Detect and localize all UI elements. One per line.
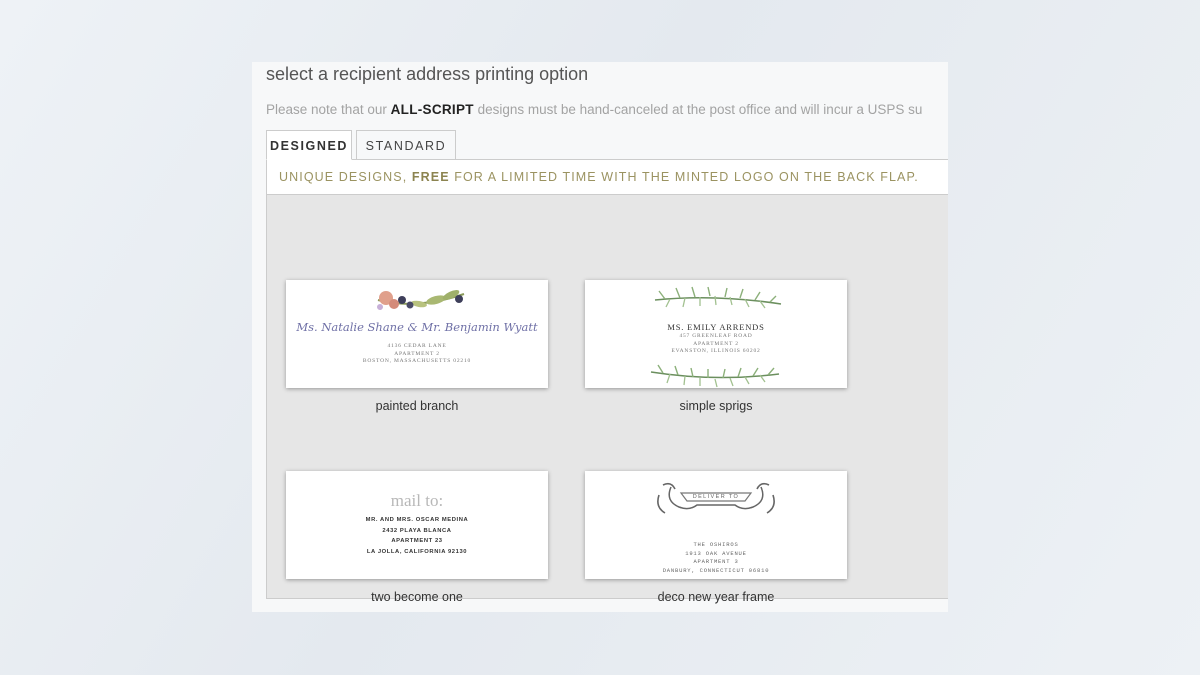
design-caption[interactable]: two become one [286,590,548,604]
script-recipient-name: Ms. Natalie Shane & Mr. Benjamin Wyatt [296,320,538,334]
deliver-to-banner: DELIVER TO [692,494,740,500]
address-block: MR. AND MRS. OSCAR MEDINA 2432 PLAYA BLA… [286,515,548,557]
address-block: 457 GREENLEAF ROAD APARTMENT 2 EVANSTON,… [585,333,847,356]
address-line: MR. AND MRS. OSCAR MEDINA [365,517,469,523]
recipient-name: MS. EMILY ARRENDS [667,322,765,332]
design-card-two-become-one[interactable]: mail to: MR. AND MRS. OSCAR MEDINA 2432 … [286,471,548,579]
design-card-painted-branch[interactable]: Ms. Natalie Shane & Mr. Benjamin Wyatt 4… [286,280,548,388]
design-card-simple-sprigs[interactable]: MS. EMILY ARRENDS 457 GREENLEAF ROAD APA… [585,280,847,388]
design-caption[interactable]: simple sprigs [585,399,847,413]
promo-text-1: UNIQUE DESIGNS, [279,170,412,184]
design-card-deco-new-year-frame[interactable]: DELIVER TO THE OSHIROS 1913 OAK AVENUE A… [585,471,847,579]
floral-wreath-illustration [377,290,465,310]
tab-standard[interactable]: STANDARD [356,130,456,160]
address-line: APARTMENT 2 [693,340,739,347]
notice-bold: ALL-SCRIPT [390,102,474,117]
notice-prefix: Please note that our [266,102,391,117]
script-notice: Please note that our ALL-SCRIPT designs … [266,102,922,117]
address-line: LA JOLLA, CALIFORNIA 92130 [366,548,468,555]
address-line: 1913 OAK AVENUE [685,549,747,557]
address-line: BOSTON, MASSACHUSETTS 02210 [362,358,472,364]
bottom-sprig-illustration [650,364,780,388]
address-line: 4136 CEDAR LANE [387,343,447,349]
design-caption[interactable]: painted branch [286,399,548,413]
designs-pane: UNIQUE DESIGNS, FREE FOR A LIMITED TIME … [266,159,948,604]
address-line: APARTMENT 3 [693,558,739,565]
address-line: DANBURY, CONNECTICUT 06810 [662,566,770,574]
address-line: APARTMENT 23 [391,538,443,544]
promo-text-2: FOR A LIMITED TIME WITH THE MINTED LOGO … [449,170,919,184]
notice-suffix: designs must be hand-canceled at the pos… [473,102,923,117]
top-sprig-illustration [654,286,782,309]
promo-banner: UNIQUE DESIGNS, FREE FOR A LIMITED TIME … [267,160,948,195]
address-line: THE OSHIROS [693,541,739,548]
address-line: APARTMENT 2 [394,350,440,357]
address-block: THE OSHIROS 1913 OAK AVENUE APARTMENT 3 … [585,541,847,575]
address-line: 2432 PLAYA BLANCA [382,527,452,534]
mail-to-heading: mail to: [390,491,444,510]
address-block: 4136 CEDAR LANE APARTMENT 2 BOSTON, MASS… [286,343,548,366]
design-caption[interactable]: deco new year frame [585,590,847,604]
address-line: EVANSTON, ILLINOIS 60202 [671,348,761,354]
address-line: 457 GREENLEAF ROAD [679,333,753,339]
page-title: select a recipient address printing opti… [266,64,589,84]
tab-designed[interactable]: DESIGNED [266,130,352,160]
promo-free: FREE [411,170,450,184]
address-option-panel: select a recipient address printing opti… [252,62,948,612]
